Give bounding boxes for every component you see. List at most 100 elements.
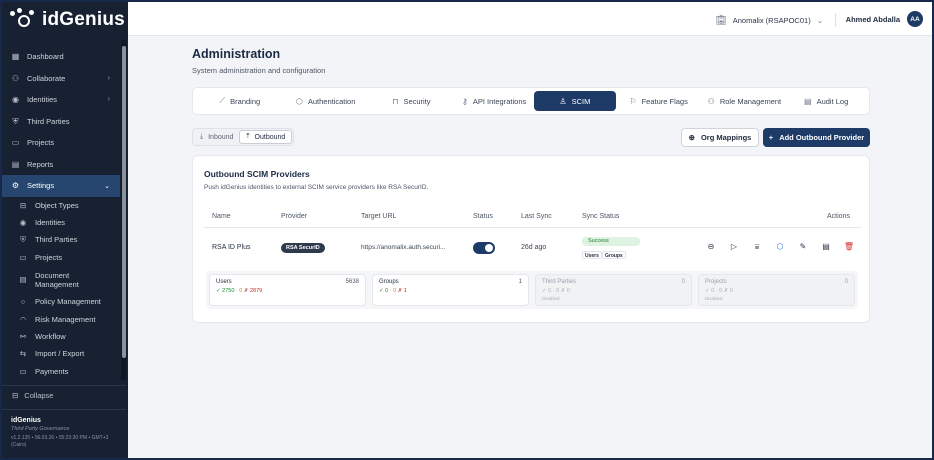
add-outbound-provider-button[interactable]: + Add Outbound Provider — [763, 128, 870, 147]
stat-breakdown: ✓ 0 · 0 ✗ 0 — [542, 288, 685, 294]
tab-security[interactable]: ⊓ Security — [369, 91, 455, 111]
plus-icon: + — [768, 133, 774, 142]
stat-breakdown: ✓ 0 · 0 ✗ 0 — [705, 288, 848, 294]
stat-failed: ✗ 1 — [397, 288, 407, 294]
stat-label: Users — [216, 279, 232, 285]
projects-icon: ▭ — [11, 138, 20, 148]
chevron-down-icon: ⌄ — [816, 15, 823, 25]
outbound-providers-card: Outbound SCIM Providers Push idGenius id… — [192, 155, 870, 323]
last-sync: 26d ago — [521, 244, 547, 251]
stat-success: ✓ 0 — [542, 288, 552, 294]
sidebar-subitem-object-types[interactable]: ⊟ Object Types — [2, 197, 120, 214]
stat-projects: Projects 0 ✓ 0 · 0 ✗ 0 Disabled — [698, 274, 855, 306]
org-name: Anomalix (RSAPOC01) — [732, 15, 811, 25]
org-selector[interactable]: 🏢︎ Anomalix (RSAPOC01) ⌄ — [715, 13, 836, 27]
sidebar-subitem-third-parties[interactable]: ⛨ Third Parties — [2, 231, 120, 248]
sidebar-subitem-label: Document Management — [35, 270, 79, 289]
sidebar-subitem-risk-management[interactable]: ◠ Risk Management — [2, 310, 120, 327]
topbar: 🏢︎ Anomalix (RSAPOC01) ⌄ Ahmed Abdalla A… — [128, 2, 932, 36]
column-header-name: Name — [212, 213, 231, 220]
stat-success: ✓ 0 — [705, 288, 715, 294]
scroll-icon: ▤ — [804, 96, 812, 106]
stat-pending: · 0 — [715, 288, 723, 294]
filter-settings-icon[interactable]: ⩸ — [751, 241, 763, 253]
app-name: idGenius — [42, 9, 125, 30]
sidebar-scrollbar[interactable] — [121, 40, 126, 380]
import-export-icon: ⇆ — [19, 349, 27, 359]
column-header-sync-status: Sync Status — [582, 213, 620, 220]
tab-scim[interactable]: ♙ SCIM — [534, 91, 616, 111]
tab-label: Security — [403, 96, 431, 106]
download-icon: ⤓ — [200, 133, 204, 140]
sidebar-subitem-workflow[interactable]: ⚯ Workflow — [2, 328, 120, 345]
run-sync-icon[interactable]: ▷ — [728, 241, 740, 253]
identities-icon: ◉ — [12, 95, 19, 105]
row-actions: ⊖ ▷ ⩸ ⬡ ✎ ▤ 🗑︎ — [705, 241, 855, 253]
sidebar-subitem-identities[interactable]: ◉ Identities — [2, 214, 120, 231]
stat-count: 5638 — [345, 279, 359, 285]
stat-breakdown: ✓ 0 · 0 ✗ 1 — [379, 288, 522, 294]
avatar[interactable]: AA — [907, 11, 923, 27]
sidebar-subitem-label: Object Types — [35, 200, 79, 210]
tab-api-integrations[interactable]: ⚷ API Integrations — [454, 91, 534, 111]
sidebar-item-label: Dashboard — [27, 52, 64, 62]
target-url: https://anomalix.auth.securi... — [361, 244, 446, 251]
enabled-toggle[interactable] — [473, 242, 495, 254]
sidebar-item-settings[interactable]: ⚙ Settings ⌄ — [2, 175, 120, 197]
column-header-provider: Provider — [281, 213, 308, 220]
logo[interactable]: idGenius — [2, 2, 128, 38]
tab-branding[interactable]: ⟋ Branding — [197, 91, 283, 111]
tab-role-management[interactable]: ⚇ Role Management — [702, 91, 788, 111]
stat-success: ✓ 2750 — [216, 288, 235, 294]
tab-feature-flags[interactable]: ⚐ Feature Flags — [616, 91, 702, 111]
card-title: Outbound SCIM Providers — [204, 169, 310, 179]
users-icon: ♙ — [559, 96, 567, 106]
user-name: Ahmed Abdalla — [845, 14, 900, 24]
sidebar-subitem-policy-management[interactable]: ○ Policy Management — [2, 293, 120, 310]
upload-icon: ⤒ — [246, 133, 250, 140]
test-connection-icon[interactable]: ⊖ — [705, 241, 717, 253]
delete-icon[interactable]: 🗑︎ — [843, 241, 855, 253]
projects-icon: ▭ — [19, 252, 27, 262]
workflow-icon: ⚯ — [19, 332, 27, 342]
app-frame: idGenius ▦ Dashboard ⚇ Collaborate › ◉ I… — [0, 0, 934, 460]
outbound-button[interactable]: ⤒ Outbound — [239, 130, 293, 144]
stat-pending: · 0 — [235, 288, 243, 294]
third-parties-icon: ⛨ — [20, 234, 26, 244]
shield-info-icon[interactable]: ⬡ — [774, 241, 786, 253]
collapse-button[interactable]: ⊟ Collapse — [2, 385, 126, 405]
sidebar-subitem-import-export[interactable]: ⇆ Import / Export — [2, 345, 120, 362]
sidebar-item-identities[interactable]: ◉ Identities › — [2, 89, 120, 111]
sidebar-item-projects[interactable]: ▭ Projects — [2, 132, 120, 154]
stat-failed: ✗ 0 — [723, 288, 733, 294]
policy-icon: ○ — [20, 297, 26, 307]
document-icon: ▤ — [19, 275, 27, 285]
brand-footer: idGenius Third Party Governance v1.2.135… — [2, 409, 126, 458]
sidebar-scrollbar-thumb[interactable] — [121, 46, 126, 358]
stat-users: Users 5638 ✓ 2750 · 0 ✗ 2879 — [209, 274, 366, 306]
tab-authentication[interactable]: ⬡ Authentication — [283, 91, 369, 111]
sidebar-item-reports[interactable]: ▤ Reports — [2, 154, 120, 176]
logs-icon[interactable]: ▤ — [820, 241, 832, 253]
dashboard-icon: ▦ — [11, 52, 20, 62]
main-content: Administration System administration and… — [128, 37, 932, 458]
edit-icon[interactable]: ✎ — [797, 241, 809, 253]
org-mappings-button[interactable]: ⊕ Org Mappings — [681, 128, 759, 147]
sidebar-item-label: Collaborate — [27, 73, 66, 83]
tab-label: SCIM — [571, 96, 591, 106]
inbound-button[interactable]: ⤓ Inbound — [194, 130, 239, 144]
tab-audit-log[interactable]: ▤ Audit Log — [787, 91, 865, 111]
user-menu[interactable]: Ahmed Abdalla AA — [846, 11, 923, 27]
sidebar-subitem-label: Policy Management — [35, 297, 101, 307]
collaborate-icon: ⚇ — [11, 73, 20, 83]
sidebar-subitem-label: Third Parties — [35, 235, 78, 245]
sidebar-item-third-parties[interactable]: ⛨ Third Parties — [2, 111, 120, 133]
sidebar-item-dashboard[interactable]: ▦ Dashboard — [2, 46, 120, 68]
sidebar-subitem-document-management[interactable]: ▤ Document Management — [2, 266, 120, 293]
sidebar-subitem-payments[interactable]: ▭ Payments — [2, 363, 120, 380]
sidebar-subitem-projects[interactable]: ▭ Projects — [2, 249, 120, 266]
sidebar-item-label: Projects — [27, 138, 55, 148]
stat-note: Disabled — [705, 296, 723, 301]
sidebar-item-collaborate[interactable]: ⚇ Collaborate › — [2, 68, 120, 90]
tab-label: Role Management — [719, 96, 782, 106]
